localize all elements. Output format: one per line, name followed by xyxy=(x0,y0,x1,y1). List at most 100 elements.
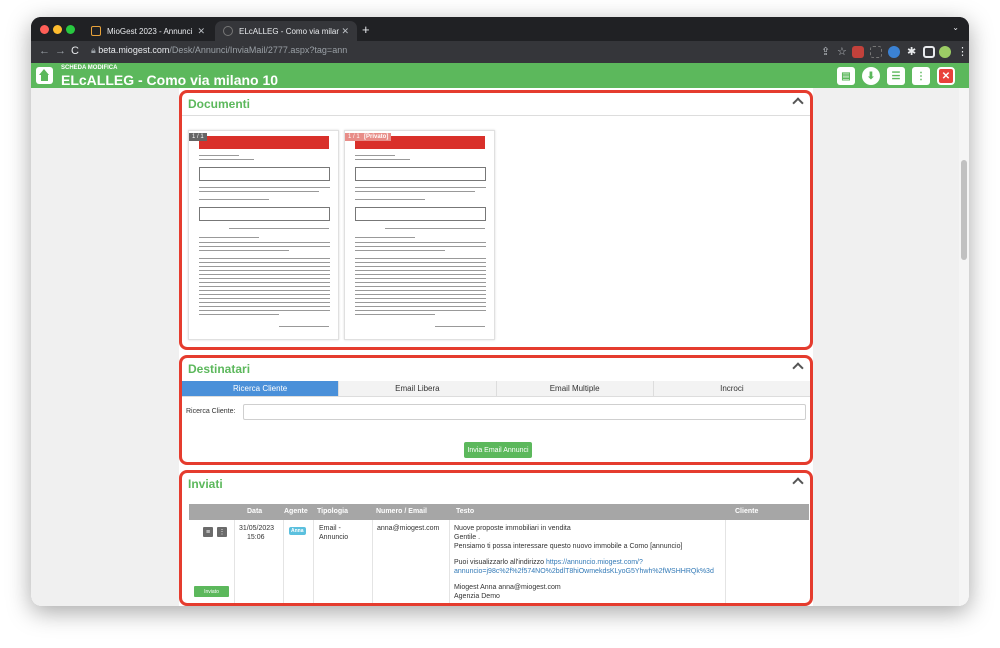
column-divider xyxy=(234,520,235,603)
text-line xyxy=(199,298,330,299)
tab-email-multiple[interactable]: Email Multiple xyxy=(497,381,654,396)
app-header: SCHEDA MODIFICA ELcALLEG - Como via mila… xyxy=(31,63,969,88)
close-window-button[interactable] xyxy=(40,25,49,34)
text-line xyxy=(199,310,330,311)
column-divider xyxy=(313,520,314,603)
agent-badge: Anna xyxy=(289,527,306,535)
column-divider xyxy=(372,520,373,603)
sidebar-toggle-icon[interactable] xyxy=(923,46,935,58)
header-subtitle: SCHEDA MODIFICA xyxy=(61,65,118,71)
maximize-window-button[interactable] xyxy=(66,25,75,34)
text-line xyxy=(355,155,395,156)
text-line xyxy=(355,246,486,247)
text-line xyxy=(355,258,486,259)
tab-email-libera[interactable]: Email Libera xyxy=(339,381,497,396)
text-line xyxy=(199,155,239,156)
text-line xyxy=(355,298,486,299)
left-gutter xyxy=(31,88,179,606)
profile-avatar-icon[interactable] xyxy=(939,46,951,58)
right-gutter xyxy=(813,88,959,606)
sent-date: 31/05/2023 xyxy=(239,525,275,532)
text-line xyxy=(199,270,330,271)
minimize-window-button[interactable] xyxy=(53,25,62,34)
document-page-2-private[interactable]: 1 / 1 [Privato] xyxy=(344,130,495,340)
form-table xyxy=(199,207,330,221)
share-icon[interactable]: ⇪ xyxy=(821,45,830,58)
list-icon[interactable]: ≡ xyxy=(203,527,213,537)
text-line xyxy=(199,302,330,303)
tab-elcalleg[interactable]: ELcALLEG - Como via milano 10 ✕ xyxy=(215,21,357,41)
form-table xyxy=(199,167,330,181)
scrollbar-thumb[interactable] xyxy=(961,160,967,260)
text-line xyxy=(435,326,485,327)
inviati-section: Inviati Data Agente Tipologia Numero / E… xyxy=(179,470,813,606)
extension-colorful-icon[interactable] xyxy=(888,46,900,58)
url-path: /Desk/Annunci/InviaMail/2777.aspx?tag=an… xyxy=(169,45,348,55)
text-line xyxy=(279,326,329,327)
new-tab-button[interactable]: + xyxy=(362,22,370,37)
listing-link-continued: annuncio=j98c%2f%2f574NO%2bdlT8hiOwmekds… xyxy=(454,567,714,576)
browser-window: MioGest 2023 - Annunci ✕ ELcALLEG - Como… xyxy=(31,17,969,606)
tab-ricerca-cliente[interactable]: Ricerca Cliente xyxy=(182,381,340,396)
document-page-1[interactable]: 1 / 1 xyxy=(188,130,339,340)
close-button[interactable]: ✕ xyxy=(937,67,955,85)
tab-bar: MioGest 2023 - Annunci ✕ ELcALLEG - Como… xyxy=(31,17,969,41)
message-signature: Miogest Anna anna@miogest.com xyxy=(454,584,561,591)
url-field[interactable]: 🔒︎ beta.miogest.com/Desk/Annunci/InviaMa… xyxy=(91,45,347,56)
section-divider xyxy=(182,115,810,116)
page-content: Documenti 1 / 1 1 / 1 [Privato] Destinat… xyxy=(31,88,969,606)
bookmark-star-icon[interactable]: ☆ xyxy=(837,45,847,58)
extension-grid-icon[interactable] xyxy=(870,46,882,58)
page-scrollbar[interactable] xyxy=(959,88,969,606)
menu-button[interactable]: ☰ xyxy=(887,67,905,85)
download-button[interactable]: ⬇ xyxy=(862,67,880,85)
reload-icon[interactable]: C xyxy=(71,45,79,57)
text-line xyxy=(355,199,425,200)
forward-icon[interactable]: → xyxy=(55,45,66,57)
extensions-puzzle-icon[interactable]: ✱ xyxy=(907,45,916,58)
text-line xyxy=(199,282,330,283)
more-options-button[interactable]: ⋮ xyxy=(912,67,930,85)
message-link-intro: Puoi visualizzarlo all'indirizzo https:/… xyxy=(454,558,643,567)
recipient-tabs: Ricerca Cliente Email Libera Email Multi… xyxy=(182,381,810,397)
listing-link-tail[interactable]: annuncio=j98c%2f%2f574NO%2bdlT8hiOwmekds… xyxy=(454,568,714,575)
documenti-section: Documenti 1 / 1 1 / 1 [Privato] xyxy=(179,90,813,350)
text-line xyxy=(355,270,486,271)
inviati-title: Inviati xyxy=(188,477,223,491)
private-badge: [Privato] xyxy=(361,133,392,141)
text-line xyxy=(355,250,445,251)
browser-menu-icon[interactable]: ⋮ xyxy=(957,45,968,58)
text-line xyxy=(199,306,330,307)
search-client-input[interactable] xyxy=(243,404,806,420)
tab-miogest-annunci[interactable]: MioGest 2023 - Annunci ✕ xyxy=(83,21,213,41)
close-tab-icon[interactable]: ✕ xyxy=(197,26,205,37)
more-options-icon[interactable]: ⋮ xyxy=(217,527,227,537)
column-header-email: Numero / Email xyxy=(376,508,427,515)
text-line xyxy=(229,228,329,229)
back-icon[interactable]: ← xyxy=(39,45,50,57)
extension-calendar-icon[interactable] xyxy=(852,46,864,58)
form-table xyxy=(355,207,486,221)
tab-incroci[interactable]: Incroci xyxy=(654,381,810,396)
text-line xyxy=(355,310,486,311)
close-tab-icon[interactable]: ✕ xyxy=(341,26,349,37)
send-email-button[interactable]: Invia Email Annunci xyxy=(464,442,532,458)
page-number: 1 / 1 xyxy=(189,133,207,141)
sent-time: 15:06 xyxy=(247,534,265,541)
type-line-1: Email - xyxy=(319,525,341,532)
collapse-chevron-icon[interactable] xyxy=(792,477,804,489)
home-icon[interactable] xyxy=(36,67,53,84)
column-divider xyxy=(725,520,726,603)
collapse-chevron-icon[interactable] xyxy=(792,362,804,374)
status-badge: Inviato xyxy=(194,586,229,597)
listing-link[interactable]: https://annuncio.miogest.com/? xyxy=(546,559,643,566)
sent-table-header: Data Agente Tipologia Numero / Email Tes… xyxy=(189,504,809,520)
tab-search-icon[interactable]: ⌄ xyxy=(952,23,959,32)
print-button[interactable]: ▤ xyxy=(837,67,855,85)
text-line xyxy=(199,266,330,267)
collapse-chevron-icon[interactable] xyxy=(792,97,804,109)
url-host: beta.miogest.com xyxy=(98,45,170,55)
tab-title: ELcALLEG - Como via milano 10 xyxy=(239,26,339,36)
text-line xyxy=(199,237,259,238)
text-line xyxy=(199,187,330,188)
